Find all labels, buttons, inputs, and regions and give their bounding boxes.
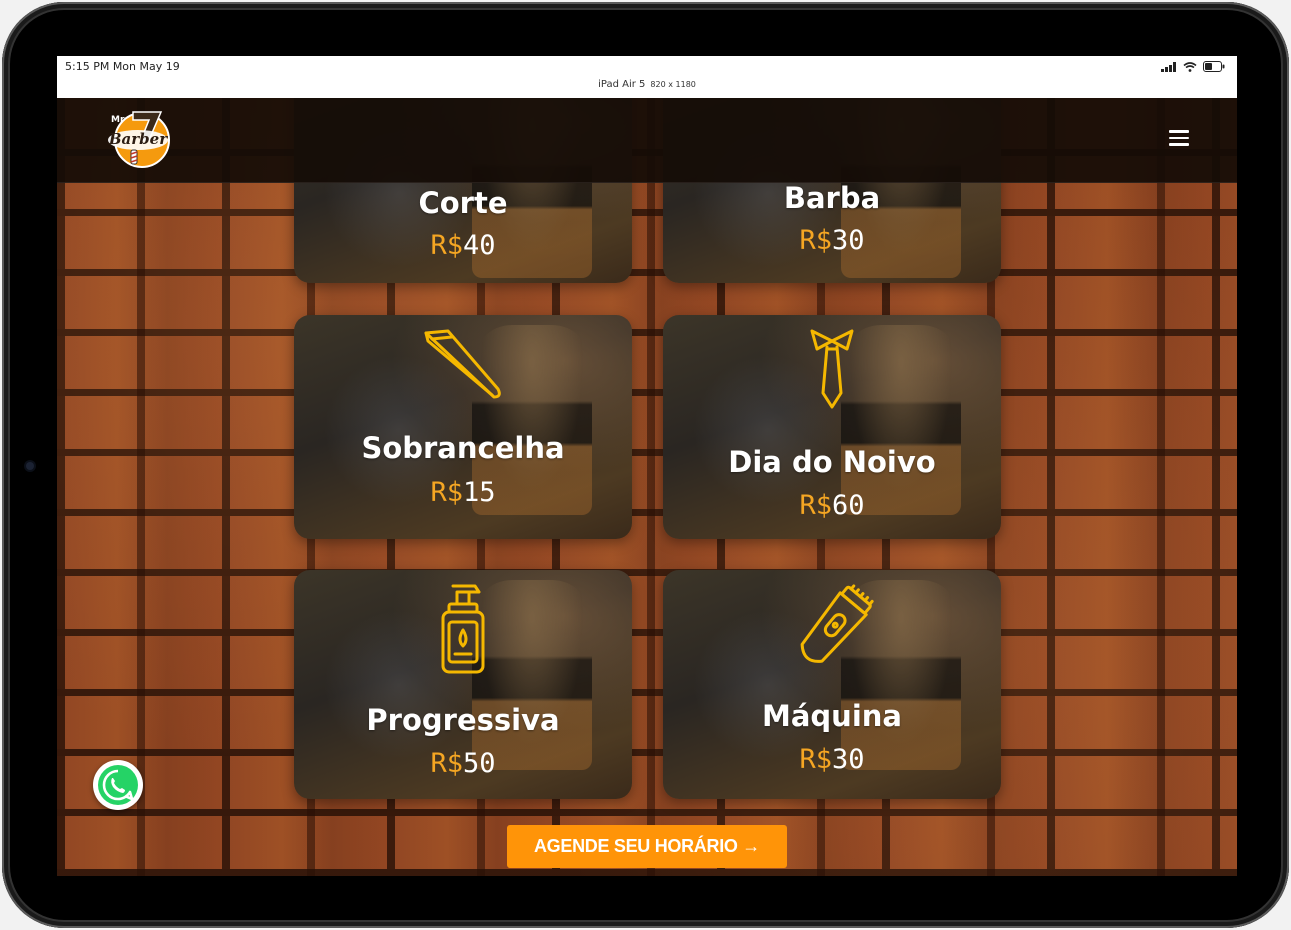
price-value: 30 [832,744,865,775]
service-price: R$50 [294,748,632,779]
price-value: 50 [463,748,496,779]
menu-line [1169,130,1189,133]
device-label: iPad Air 5 820 x 1180 [57,79,1237,90]
service-card-maquina[interactable]: Máquina R$30 [663,570,1001,799]
price-value: 30 [832,225,865,256]
price-currency: R$ [430,748,463,779]
hamburger-menu-icon[interactable] [1169,130,1189,148]
device-resolution: 820 x 1180 [650,80,696,89]
wifi-icon [1183,61,1197,72]
price-currency: R$ [430,477,463,508]
service-card-sobrancelha[interactable]: Sobrancelha R$15 [294,315,632,539]
svg-text:Barber: Barber [108,130,168,148]
service-name: Corte [418,186,508,220]
menu-line [1169,136,1189,139]
site-header: Barber Mr [57,98,1237,183]
price-value: 15 [463,477,496,508]
device-name: iPad Air 5 [598,79,646,90]
service-price: R$30 [663,225,1001,256]
service-card-dia-do-noivo[interactable]: Dia do Noivo R$60 [663,315,1001,539]
service-price: R$60 [663,490,1001,521]
service-price: R$30 [663,744,1001,775]
status-bar: 5:15 PM Mon May 19 iPad Air 5 820 x 1180 [57,56,1237,98]
menu-line [1169,143,1189,146]
status-time: 5:15 PM Mon May 19 [65,60,180,73]
schedule-appointment-button[interactable]: AGENDE SEU HORÁRIO → [507,825,787,868]
price-currency: R$ [799,744,832,775]
price-value: 40 [463,230,496,261]
service-price: R$40 [294,230,632,261]
cellular-signal-icon [1161,61,1176,72]
service-name: Progressiva [366,703,560,737]
services-page: Barber Mr Corte R$40 Barba R$30 Sobrance… [57,98,1237,876]
hair-clipper-icon [663,582,1001,677]
price-currency: R$ [799,490,832,521]
tie-icon [663,327,1001,417]
service-name: Barba [783,181,881,215]
front-camera [26,462,34,470]
service-price: R$15 [294,477,632,508]
barber-logo[interactable]: Barber Mr [105,106,175,170]
whatsapp-button[interactable] [93,760,143,810]
service-name: Máquina [762,699,902,733]
svg-text:Mr: Mr [111,115,125,125]
battery-icon [1203,61,1225,72]
service-name: Sobrancelha [361,431,565,465]
service-name: Dia do Noivo [728,445,936,479]
brick-wall-background [57,98,1237,876]
status-icons [1161,61,1225,72]
ipad-screen: 5:15 PM Mon May 19 iPad Air 5 820 x 1180 … [57,56,1237,876]
tweezers-icon [294,327,632,407]
pump-bottle-icon [294,582,632,677]
price-currency: R$ [430,230,463,261]
price-value: 60 [832,490,865,521]
service-card-progressiva[interactable]: Progressiva R$50 [294,570,632,799]
whatsapp-icon [98,765,138,805]
price-currency: R$ [799,225,832,256]
